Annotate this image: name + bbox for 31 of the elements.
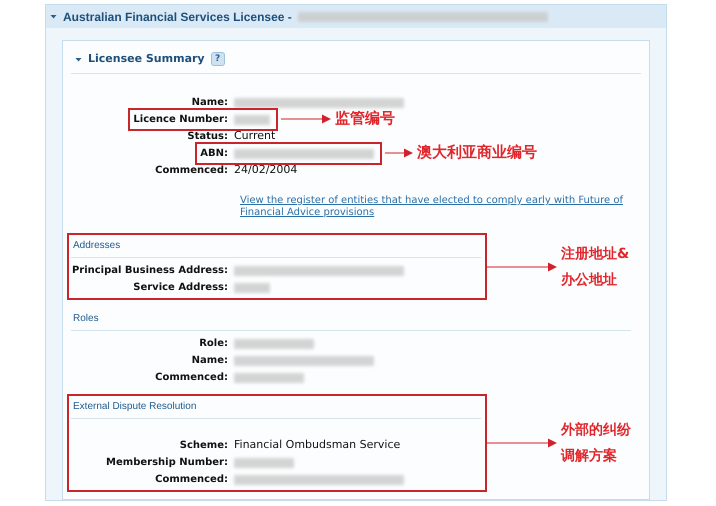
- header-title: Australian Financial Services Licensee -: [63, 8, 292, 26]
- field-value: 24/02/2004: [234, 162, 298, 178]
- field-label: Service Address:: [133, 282, 228, 294]
- section-heading: Roles: [72, 312, 100, 326]
- section-heading: Addresses: [72, 239, 122, 253]
- register-link[interactable]: View the register of entities that have elected to comply early with Future of Financial Advice provisions: [240, 195, 635, 219]
- field-label: Role:: [199, 338, 228, 350]
- help-button[interactable]: ?: [210, 52, 225, 66]
- caret-icon[interactable]: [75, 56, 82, 62]
- field-label: Commenced:: [155, 474, 228, 486]
- annotation-arrow: [281, 114, 331, 124]
- annotation-label: 注册地址&办公地址: [561, 244, 630, 290]
- caret-icon[interactable]: [50, 13, 57, 20]
- annotation-label: 澳大利亚商业编号: [417, 142, 537, 164]
- section-heading: External Dispute Resolution: [72, 400, 198, 414]
- annotation-arrow: [385, 148, 413, 158]
- field-label: Commenced:: [155, 372, 228, 384]
- field-label: Name:: [192, 97, 228, 108]
- summary-title: Licensee Summary: [88, 50, 205, 67]
- annotation-label: 监管编号: [335, 108, 395, 130]
- field-label: Scheme:: [180, 440, 228, 452]
- field-label: Licence Number:: [133, 114, 228, 126]
- field-label: Membership Number:: [106, 457, 228, 468]
- field-label: Name:: [192, 355, 228, 366]
- field-label: Status:: [187, 131, 228, 142]
- field-value: Financial Ombudsman Service: [234, 437, 400, 454]
- field-label: ABN:: [200, 148, 228, 160]
- field-value: Current: [234, 128, 276, 144]
- annotation-label: 外部的纠纷调解方案: [561, 420, 632, 466]
- field-label: Principal Business Address:: [72, 265, 228, 276]
- field-label: Commenced:: [155, 165, 228, 176]
